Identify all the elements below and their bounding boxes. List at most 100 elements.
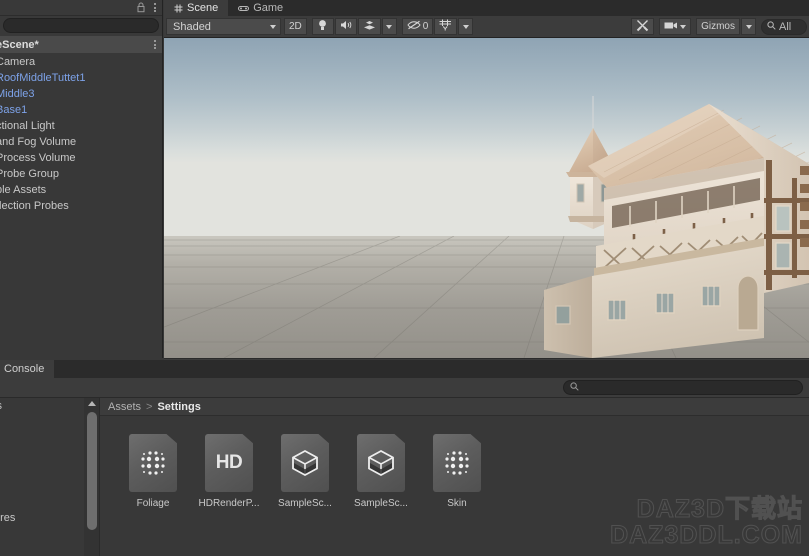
hierarchy-panel: eScene* Camera RoofMiddleTuttet1 Middle3 Ba… [0,0,163,358]
grid-hash-icon [174,4,183,13]
asset-label: Foliage [136,498,170,509]
tab-console-label: Console [4,363,45,375]
scene-kebab-menu-icon[interactable] [151,38,159,51]
hierarchy-list: Camera RoofMiddleTuttet1 Middle3 Base1 ction… [0,53,162,214]
toggle-2d-label: 2D [289,21,302,32]
hierarchy-scene-row[interactable]: eScene* [0,36,162,53]
project-tree-item[interactable]: s [0,414,84,430]
asset-label: Skin [447,498,467,509]
tab-console[interactable]: Console [0,360,55,378]
project-tree-item-label: ures [0,512,16,524]
hierarchy-search-wrap [0,16,162,36]
tab-scene[interactable]: Scene [164,0,229,16]
speaker-icon [340,20,352,33]
project-search-input[interactable] [563,380,803,395]
chevron-down-icon [680,24,687,29]
gizmos-dropdown[interactable] [741,18,756,35]
house-model [544,96,809,358]
project-tree-item[interactable] [0,462,84,478]
scroll-up-icon[interactable] [87,401,96,406]
project-content: Assets > Settings Foliage HD HDRenderP... … [100,398,809,556]
gamepad-icon [238,5,250,12]
asset-label: SampleSc... [278,498,332,509]
asset-label: HDRenderP... [198,498,260,509]
hd-text-icon: HD [205,434,253,492]
unity-editor-window: eScene* Camera RoofMiddleTuttet1 Middle3 Ba… [0,0,809,556]
hierarchy-item[interactable]: Camera [0,54,162,70]
project-tree-item[interactable] [0,478,84,494]
project-tree-item[interactable]: 1 [0,494,84,510]
breadcrumb-settings[interactable]: Settings [157,401,200,413]
asset-label: SampleSc... [354,498,408,509]
scene-toolbar: Shaded 2D 0 Gizmos All [164,16,809,38]
gizmos-button[interactable]: Gizmos [696,18,740,35]
project-tree-item[interactable] [0,430,84,446]
chevron-down-icon [462,24,469,29]
breadcrumb-assets[interactable]: Assets [108,401,141,413]
scene-name: eScene* [0,38,39,51]
tab-game[interactable]: Game [228,0,293,16]
project-tree-item[interactable]: 3 [0,542,84,556]
scene-grid-snap-button[interactable] [434,18,458,35]
hierarchy-item[interactable]: flection Probes [0,198,162,214]
draw-mode-dropdown[interactable]: Shaded [166,18,281,35]
hierarchy-item[interactable]: Middle3 [0,86,162,102]
hierarchy-item-label: ctional Light [0,120,55,132]
hierarchy-item-label: Probe Group [0,168,59,180]
hierarchy-toolbar [0,0,162,16]
project-tree-item[interactable]: ures [0,510,84,526]
hierarchy-item-label: Camera [0,56,36,68]
hierarchy-item-label: RoofMiddleTuttet1 [0,72,86,84]
scene-viewport[interactable] [164,38,809,358]
scene-game-tabbar: Scene Game [164,0,809,16]
lock-icon[interactable] [136,2,146,13]
gizmos-search-value: All [779,20,792,33]
visibility-count: 0 [422,21,429,32]
hierarchy-item[interactable]: RoofMiddleTuttet1 [0,70,162,86]
chevron-down-icon [270,24,276,29]
cube-icon [368,449,394,477]
asset-item[interactable]: Skin [432,434,482,509]
kebab-menu-icon[interactable] [151,1,159,14]
hierarchy-item-label: Base1 [0,104,28,116]
scene-camera-button[interactable] [659,18,692,35]
search-icon [767,20,776,33]
hierarchy-item[interactable]: Probe Group [0,166,162,182]
scene-tools-button[interactable] [631,18,655,35]
hierarchy-item-label: and Fog Volume [0,136,77,148]
lightbulb-icon [318,19,327,34]
console-tabbar: Console [0,360,809,378]
cube-icon [292,449,318,477]
toggle-2d-button[interactable]: 2D [284,18,307,35]
hierarchy-item-label: Process Volume [0,152,76,164]
chevron-down-icon [745,24,752,29]
hierarchy-item[interactable]: ctional Light [0,118,162,134]
asset-item[interactable]: SampleSc... [354,434,408,509]
project-tree-item[interactable]: 2 [0,526,84,542]
project-tree-scrollbar[interactable] [84,398,100,556]
cube-icon [357,434,405,492]
hd-label: HD [215,452,243,473]
scene-grid-dropdown[interactable] [458,18,474,35]
hierarchy-item[interactable]: Process Volume [0,150,162,166]
gizmos-label: Gizmos [701,21,735,32]
scene-audio-button[interactable] [334,18,357,35]
gizmos-search-input[interactable]: All [761,18,807,35]
project-tree-item[interactable] [0,446,84,462]
asset-item[interactable]: SampleSc... [278,434,332,509]
hierarchy-item[interactable]: Base1 [0,102,162,118]
scene-fx-button[interactable] [357,18,381,35]
scene-fx-dropdown[interactable] [381,18,397,35]
tab-scene-label: Scene [187,2,219,14]
hierarchy-item[interactable]: ple Assets [0,182,162,198]
scene-visibility-button[interactable]: 0 [401,18,434,35]
dot-pattern-icon [141,451,165,475]
scene-lighting-button[interactable] [311,18,334,35]
project-tree-item[interactable]: ls [0,398,84,414]
hierarchy-item[interactable]: and Fog Volume [0,134,162,150]
asset-item[interactable]: Foliage [128,434,178,509]
hierarchy-search-input[interactable] [3,18,159,33]
asset-item[interactable]: HD HDRenderP... [199,434,259,509]
tab-game-label: Game [253,2,284,14]
scrollbar-thumb[interactable] [87,412,97,530]
